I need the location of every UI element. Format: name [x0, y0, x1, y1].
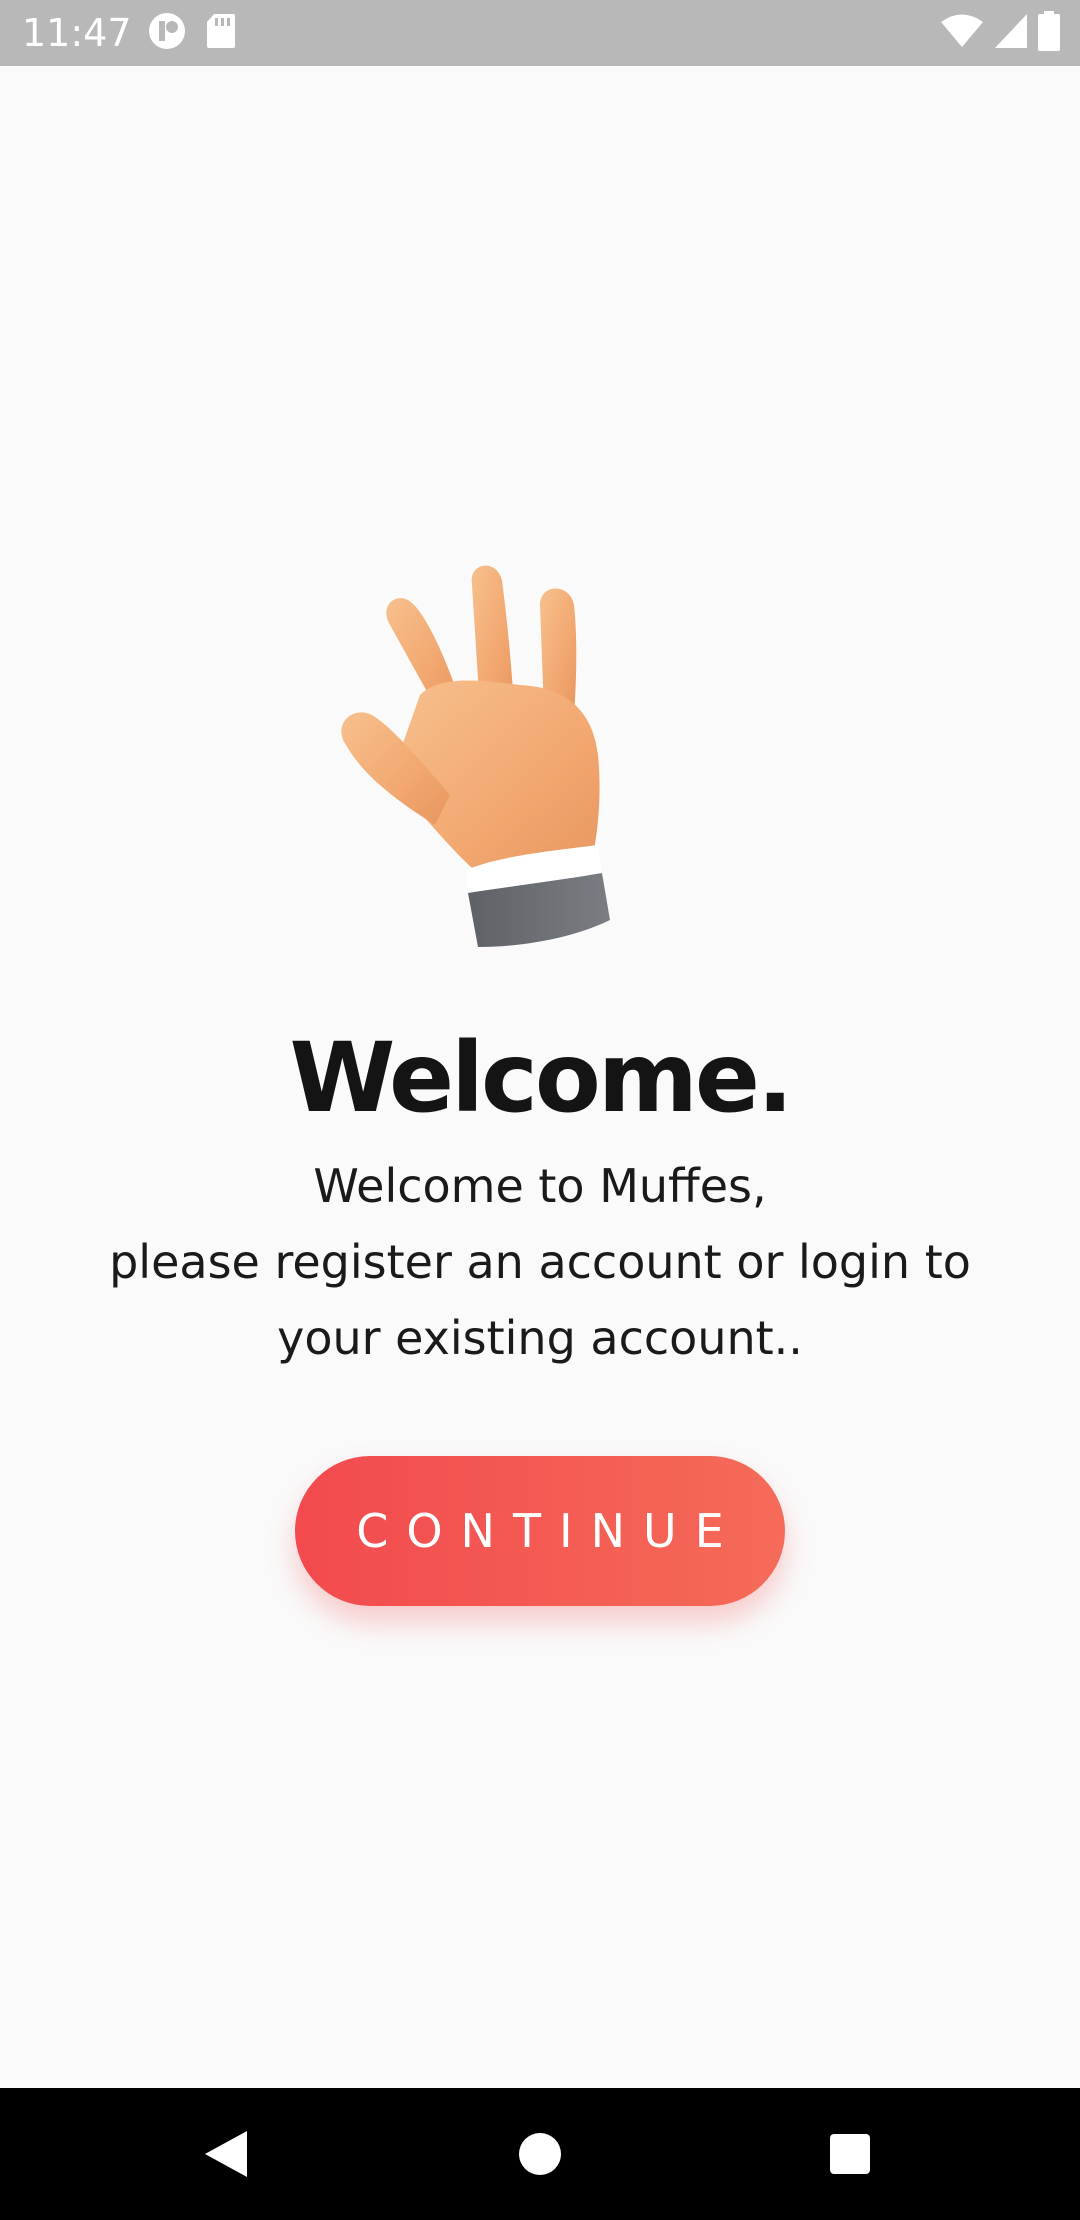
- welcome-message: Welcome to Muffes, please register an ac…: [60, 1148, 1020, 1376]
- continue-button[interactable]: CONTINUE: [295, 1456, 785, 1606]
- app-notification-icon: [148, 12, 186, 54]
- status-time: 11:47: [22, 11, 132, 55]
- sd-card-icon: [206, 13, 236, 53]
- welcome-title: Welcome.: [289, 1022, 794, 1134]
- status-left-icons: [148, 12, 236, 54]
- navigation-bar: [0, 2088, 1080, 2220]
- home-icon[interactable]: [510, 2124, 570, 2184]
- status-right-icons: [940, 11, 1060, 55]
- wifi-icon: [940, 13, 984, 53]
- status-bar: 11:47: [0, 0, 1080, 66]
- signal-icon: [994, 13, 1028, 53]
- waving-hand-icon: [330, 555, 640, 965]
- welcome-message-line: Welcome to Muffes,: [313, 1159, 767, 1213]
- back-icon[interactable]: [196, 2124, 256, 2184]
- welcome-message-line: please register an account or login to: [109, 1235, 971, 1289]
- welcome-message-line: your existing account..: [277, 1311, 803, 1365]
- recents-icon[interactable]: [820, 2124, 880, 2184]
- battery-icon: [1038, 11, 1060, 55]
